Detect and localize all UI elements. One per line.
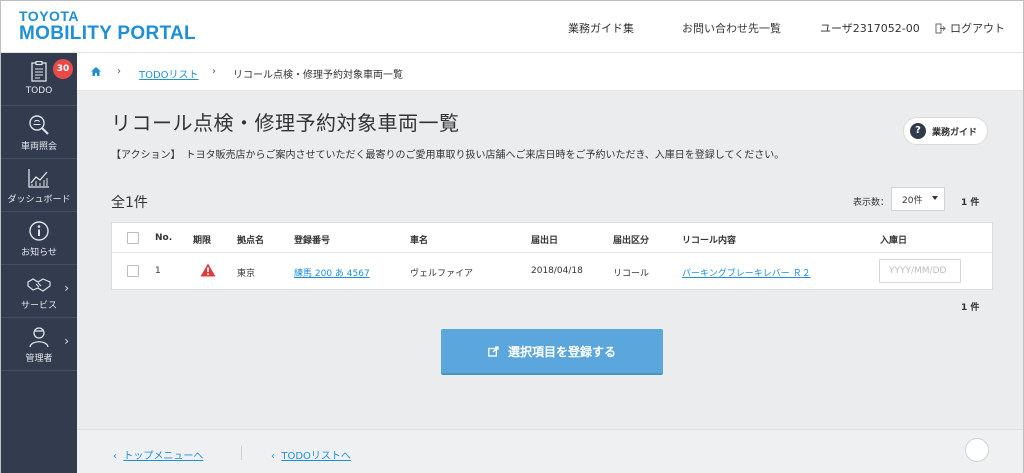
breadcrumb-separator: › <box>212 66 216 77</box>
row-base: 東京 <box>237 269 256 279</box>
portal-logo[interactable]: TOYOTA MOBILITY PORTAL <box>19 9 196 44</box>
select-all-checkbox[interactable] <box>127 232 139 244</box>
question-icon: ? <box>910 123 926 139</box>
brand-line2: MOBILITY PORTAL <box>19 23 196 44</box>
chart-icon <box>28 169 49 188</box>
chevron-left-icon: ‹ <box>113 451 117 462</box>
row-car-name: ヴェルファイア <box>410 269 474 279</box>
result-count: 全1件 <box>111 195 148 211</box>
sidebar-item-notices[interactable]: お知らせ <box>1 212 77 265</box>
sidebar-item-dashboard[interactable]: ダッシュボード <box>1 159 77 212</box>
sidebar-item-label: サービス <box>20 301 57 311</box>
col-recall-content: リコール内容 <box>682 236 737 246</box>
logout-label: ログアウト <box>950 22 1005 35</box>
info-icon <box>29 221 49 241</box>
sidebar-item-todo[interactable]: 30 TODO <box>1 53 77 106</box>
logout-link[interactable]: ログアウト <box>935 20 1005 36</box>
breadcrumb-todo-link[interactable]: TODOリスト <box>139 66 199 81</box>
col-reg-number: 登録番号 <box>294 236 331 246</box>
warning-icon <box>200 263 216 277</box>
action-instructions: 【アクション】 トヨタ販売店からご案内させていただく最寄りのご愛用車取り扱い店舗… <box>111 150 785 161</box>
header-user-label: ユーザ2317052-00 <box>820 22 920 35</box>
row-recall-content-link[interactable]: パーキングブレーキレバー Ｒ２ <box>682 266 811 279</box>
todo-list-link[interactable]: ‹ TODOリストへ <box>271 447 351 462</box>
todo-clipboard-icon <box>31 61 47 82</box>
sidebar-item-label: 車両照会 <box>20 142 57 152</box>
sidebar-item-label: お知らせ <box>21 248 57 258</box>
home-icon[interactable] <box>91 67 101 76</box>
col-base: 拠点名 <box>237 236 265 246</box>
col-notify-date: 届出日 <box>531 236 559 246</box>
col-car-name: 車名 <box>410 236 429 246</box>
main-content: リコール点検・修理予約対象車両一覧 【アクション】 トヨタ販売店からご案内させて… <box>77 91 1023 429</box>
top-menu-label: トップメニューへ <box>123 451 204 462</box>
col-notify-type: 届出区分 <box>613 236 650 246</box>
total-count-bottom: 1 件 <box>961 303 980 313</box>
row-notify-type: リコール <box>613 269 650 279</box>
top-header: TOYOTA MOBILITY PORTAL 業務ガイド集 お問い合わせ先一覧 … <box>1 1 1023 53</box>
guide-button-label: 業務ガイド <box>932 127 978 138</box>
chevron-right-icon: › <box>64 281 69 295</box>
table-row: 1 東京 練馬 200 あ 4567 ヴェルファイア 2018/04/18 リコ… <box>112 253 992 289</box>
vehicle-search-icon <box>29 115 49 135</box>
admin-person-icon <box>29 327 49 348</box>
row-no: 1 <box>155 266 161 276</box>
sidebar-item-label: 管理者 <box>25 354 53 364</box>
sidebar-item-label: TODO <box>25 86 53 96</box>
scroll-top-button[interactable] <box>965 438 989 462</box>
sidebar-item-vehicle-search[interactable]: 車両照会 <box>1 106 77 159</box>
sidebar-item-service[interactable]: サービス › <box>1 265 77 318</box>
chevron-right-icon: › <box>64 334 69 348</box>
row-checkbox[interactable] <box>127 265 139 277</box>
sidebar-item-admin[interactable]: 管理者 › <box>1 318 77 371</box>
side-nav: 30 TODO 車両照会 ダッシュボード お知らせ サービス › 管理者 › <box>1 53 77 473</box>
breadcrumb: › TODOリスト › リコール点検・修理予約対象車両一覧 <box>77 53 1023 91</box>
register-button-label: 選択項目を登録する <box>507 344 616 359</box>
sidebar-item-label: ダッシュボード <box>7 195 71 205</box>
table-header-row: No. 期限 拠点名 登録番号 車名 届出日 届出区分 リコール内容 入庫日 <box>112 223 992 253</box>
total-count-top: 1 件 <box>961 198 980 208</box>
logout-icon <box>935 23 946 33</box>
chevron-left-icon: ‹ <box>271 451 275 462</box>
business-guide-button[interactable]: ? 業務ガイド <box>903 117 989 145</box>
todo-list-label: TODOリストへ <box>281 451 351 462</box>
footer-nav: ‹ トップメニューへ ‹ TODOリストへ <box>77 429 1023 473</box>
top-menu-link[interactable]: ‹ トップメニューへ <box>113 447 203 462</box>
todo-count-badge: 30 <box>53 59 73 79</box>
recall-vehicle-table: No. 期限 拠点名 登録番号 車名 届出日 届出区分 リコール内容 入庫日 1… <box>111 222 993 290</box>
header-contacts-link[interactable]: お問い合わせ先一覧 <box>682 20 781 36</box>
breadcrumb-current: リコール点検・修理予約対象車両一覧 <box>233 70 403 81</box>
col-entry-date: 入庫日 <box>880 236 908 246</box>
col-no: No. <box>155 233 173 243</box>
row-notify-date: 2018/04/18 <box>531 266 583 276</box>
register-selected-button[interactable]: 選択項目を登録する <box>441 329 663 375</box>
per-page-select[interactable]: 20件 <box>891 187 945 211</box>
per-page-label: 表示数： <box>853 198 890 208</box>
row-reg-number-link[interactable]: 練馬 200 あ 4567 <box>294 266 370 279</box>
handshake-icon <box>27 278 51 292</box>
page-title: リコール点検・修理予約対象車両一覧 <box>111 111 460 135</box>
entry-date-input[interactable]: YYYY/MM/DD <box>879 259 961 283</box>
footer-divider <box>241 446 242 460</box>
brand-line1: TOYOTA <box>19 8 80 24</box>
col-deadline: 期限 <box>193 236 212 246</box>
header-guide-link[interactable]: 業務ガイド集 <box>568 20 634 36</box>
breadcrumb-separator: › <box>117 66 121 77</box>
per-page-value: 20件 <box>902 196 923 206</box>
caret-down-icon <box>932 196 938 200</box>
edit-external-icon <box>488 345 499 357</box>
